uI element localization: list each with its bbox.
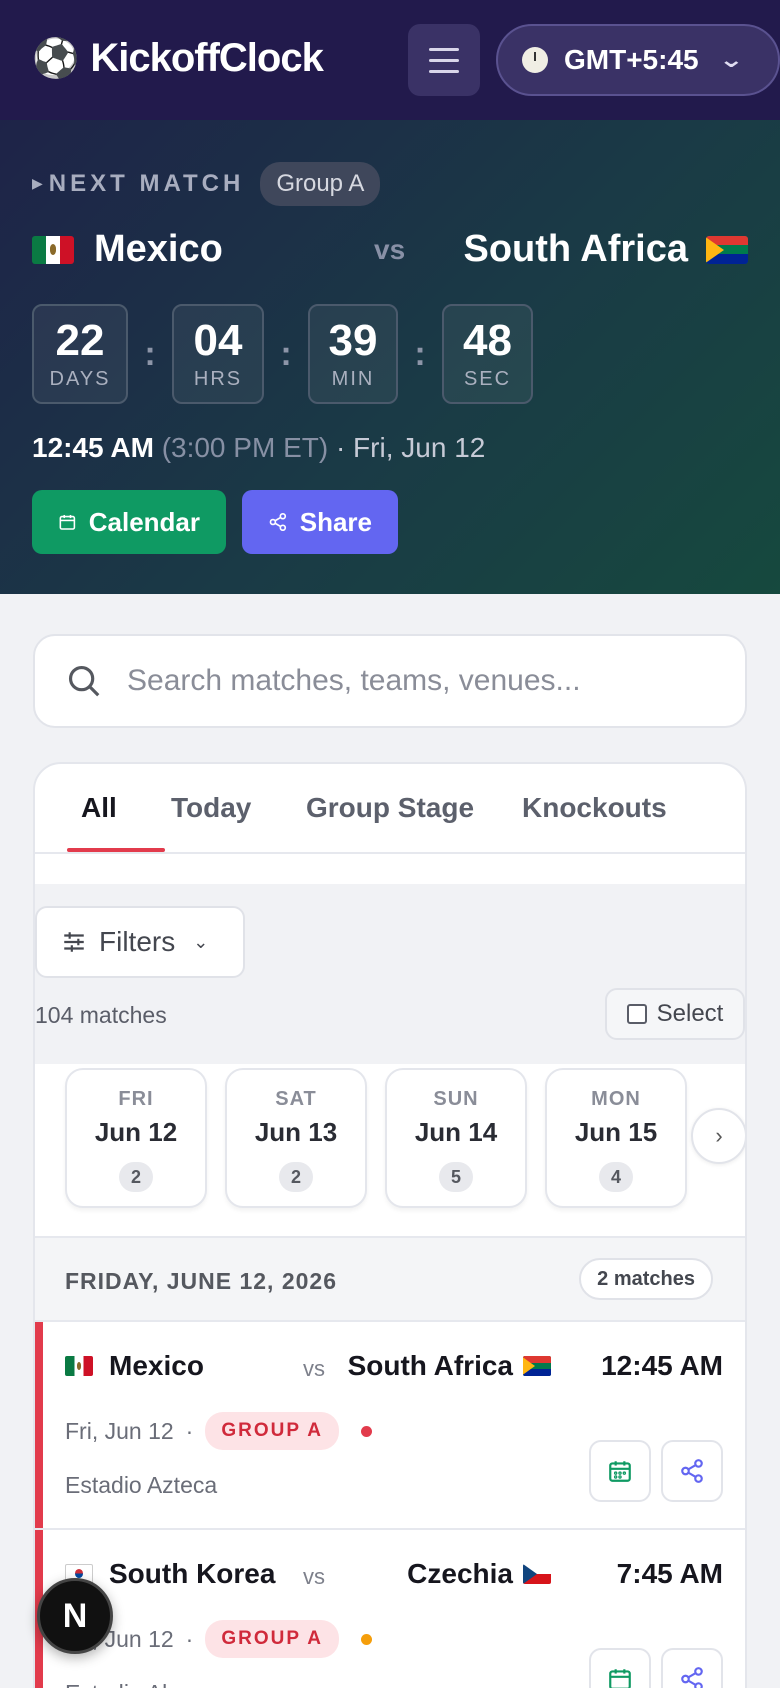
match-venue: Estadio Azteca xyxy=(65,1472,218,1498)
calendar-icon xyxy=(609,1669,631,1688)
tab-bar: All Today Group Stage Knockouts xyxy=(35,764,745,854)
date-match-count: 2 xyxy=(279,1162,313,1192)
search-box xyxy=(33,634,747,728)
group-badge: GROUP A xyxy=(205,1620,339,1658)
away-team-name: South Africa xyxy=(347,1350,513,1381)
select-button[interactable]: Select xyxy=(605,988,745,1040)
countdown-seconds: 48 SEC xyxy=(442,304,533,404)
filters-button[interactable]: Filters ⌄ xyxy=(35,906,245,978)
tab-today[interactable]: Today xyxy=(171,792,251,824)
top-bar: ⚽ KickoffClock GMT+5:45 ⌄ xyxy=(0,0,780,120)
day-title: FRIDAY, JUNE 12, 2026 xyxy=(65,1268,338,1294)
tab-knockouts[interactable]: Knockouts xyxy=(522,792,667,824)
vs-label: vs xyxy=(303,1564,325,1589)
status-dot xyxy=(360,1425,372,1437)
menu-button[interactable] xyxy=(408,24,480,96)
date-strip: FRI Jun 12 2 SAT Jun 13 2 SUN Jun 14 5 M… xyxy=(35,1064,745,1236)
share-button[interactable] xyxy=(661,1440,723,1502)
date-match-count: 5 xyxy=(439,1162,473,1192)
share-icon xyxy=(681,1459,703,1483)
tab-all[interactable]: All xyxy=(81,792,117,824)
timezone-selector[interactable]: GMT+5:45 ⌄ xyxy=(496,24,780,96)
search-icon xyxy=(68,665,100,697)
countdown-days: 22 DAYS xyxy=(32,304,128,404)
match-date: Fri, Jun 12 xyxy=(65,1417,174,1444)
czechia-flag-icon xyxy=(523,1564,551,1584)
search-input[interactable] xyxy=(127,664,687,698)
home-team-name: Mexico xyxy=(94,228,223,270)
status-dot xyxy=(360,1633,372,1645)
date-match-count: 4 xyxy=(599,1162,633,1192)
group-badge: GROUP A xyxy=(205,1412,339,1450)
date-chip-jun-15[interactable]: MON Jun 15 4 xyxy=(545,1068,687,1208)
countdown-hours: 04 HRS xyxy=(172,304,264,404)
dev-tools-button[interactable]: N xyxy=(37,1578,113,1654)
add-to-calendar-button[interactable]: Calendar xyxy=(32,490,226,554)
matches-panel: All Today Group Stage Knockouts Filters … xyxy=(33,762,747,1688)
home-team-name: Mexico xyxy=(109,1350,204,1381)
vs-label: vs xyxy=(374,234,406,265)
add-to-calendar-button[interactable] xyxy=(589,1440,651,1502)
match-time: 7:45 AM xyxy=(616,1558,723,1589)
date-chip-jun-14[interactable]: SUN Jun 14 5 xyxy=(385,1068,527,1208)
share-button[interactable]: Share xyxy=(242,490,398,554)
countdown-separator: : xyxy=(280,334,292,373)
countdown-separator: : xyxy=(144,334,156,373)
match-time: 12:45 AM xyxy=(601,1350,723,1381)
date-chip-jun-12[interactable]: FRI Jun 12 2 xyxy=(65,1068,207,1208)
date-chip-jun-13[interactable]: SAT Jun 13 2 xyxy=(225,1068,367,1208)
share-button[interactable] xyxy=(661,1648,723,1688)
share-icon xyxy=(269,512,287,532)
vs-label: vs xyxy=(303,1356,325,1381)
away-team-name: South Africa xyxy=(463,228,689,270)
day-match-count: 2 matches xyxy=(579,1258,713,1300)
scroll-right-button[interactable]: › xyxy=(691,1108,745,1164)
tab-group-stage[interactable]: Group Stage xyxy=(306,792,474,824)
match-venue: Estadio Akron xyxy=(65,1680,207,1688)
soccer-ball-icon: ⚽ xyxy=(32,37,79,80)
next-match-hero: ▶ NEXT MATCH Group A Mexico vs South Afri… xyxy=(0,120,780,594)
date-match-count: 2 xyxy=(119,1162,153,1192)
timezone-value: GMT+5:45 xyxy=(564,44,699,75)
clock-icon xyxy=(522,47,548,73)
sliders-icon xyxy=(64,932,84,952)
brand-name: KickoffClock xyxy=(90,36,323,80)
chevron-down-icon: ⌄ xyxy=(193,931,209,952)
home-team: Mexico xyxy=(32,228,223,271)
next-match-label: ▶ NEXT MATCH xyxy=(32,170,245,197)
calendar-icon xyxy=(59,514,76,530)
countdown-separator: : xyxy=(414,334,426,373)
countdown: 22 DAYS : 04 HRS : 39 MIN : 48 SEC xyxy=(32,304,533,404)
active-tab-indicator xyxy=(67,848,165,852)
kickoff-time: 12:45 AM (3:00 PM ET) · Fri, Jun 12 xyxy=(32,432,486,463)
away-team-name: Czechia xyxy=(407,1558,513,1589)
group-badge: Group A xyxy=(260,162,381,206)
day-header: FRIDAY, JUNE 12, 2026 2 matches xyxy=(35,1236,745,1322)
add-to-calendar-button[interactable] xyxy=(589,1648,651,1688)
south-africa-flag-icon xyxy=(706,235,748,264)
home-team-name: South Korea xyxy=(109,1558,276,1589)
match-count: 104 matches xyxy=(35,1002,167,1028)
match-row[interactable]: South Korea vs Czechia 7:45 AM Fri, Jun … xyxy=(35,1530,745,1688)
triangle-icon: ▶ xyxy=(32,175,43,191)
brand-logo[interactable]: ⚽ KickoffClock xyxy=(32,36,324,81)
share-icon xyxy=(681,1667,703,1688)
calendar-icon xyxy=(609,1461,631,1482)
away-team: South Africa xyxy=(463,228,748,271)
checkbox-icon xyxy=(626,1004,647,1024)
chevron-down-icon: ⌄ xyxy=(717,47,744,72)
south-africa-flag-icon xyxy=(523,1356,551,1376)
countdown-minutes: 39 MIN xyxy=(308,304,398,404)
chevron-right-icon: › xyxy=(715,1123,723,1148)
mexico-flag-icon xyxy=(32,235,74,264)
mexico-flag-icon xyxy=(65,1356,93,1376)
match-row[interactable]: Mexico vs South Africa 12:45 AM Fri, Jun… xyxy=(35,1322,745,1530)
hamburger-icon xyxy=(429,47,459,51)
